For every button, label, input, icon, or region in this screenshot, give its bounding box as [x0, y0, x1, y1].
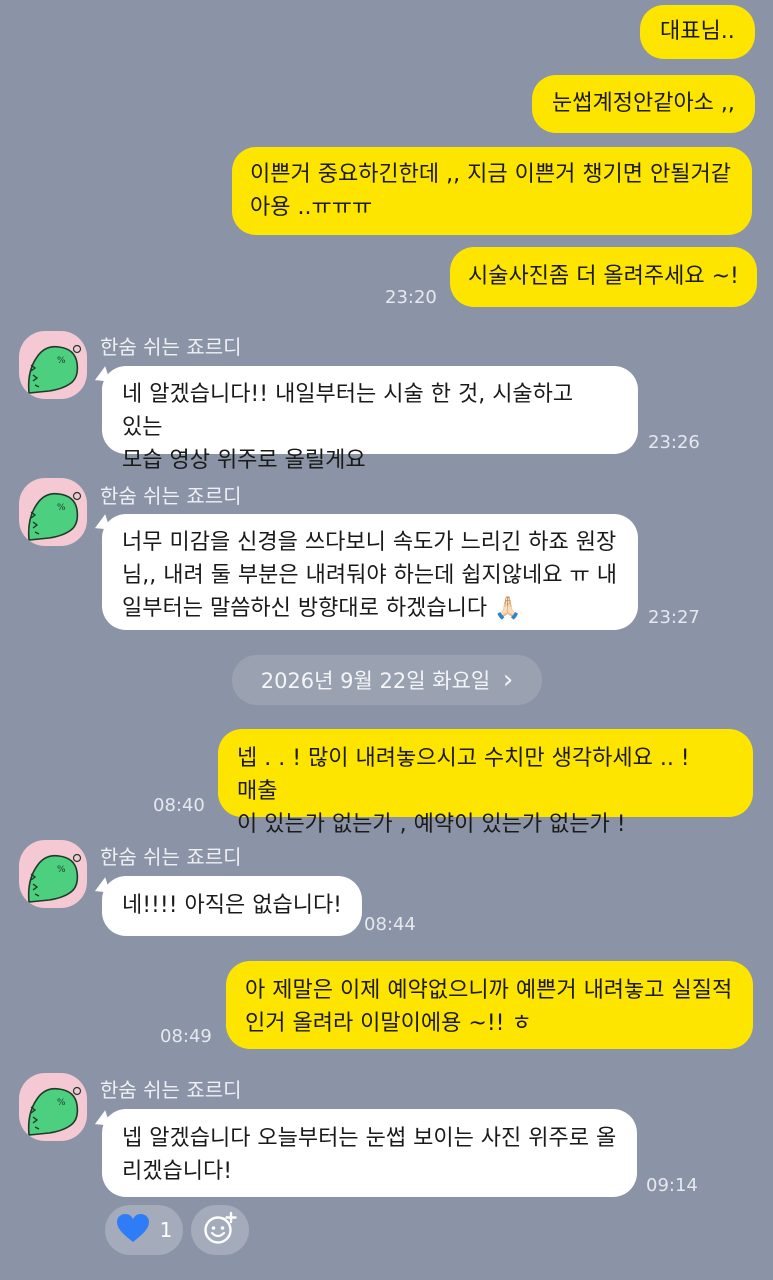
add-reaction-button[interactable]	[191, 1205, 249, 1255]
svg-text:%: %	[57, 356, 66, 366]
sender-avatar[interactable]: %	[19, 478, 87, 546]
add-emoji-icon	[202, 1210, 238, 1250]
my-message-bubble[interactable]: 눈썹계정안같아소 ,,	[532, 75, 755, 133]
date-divider-label: 2026년 9월 22일 화요일	[260, 669, 491, 693]
svg-text:%: %	[57, 503, 66, 513]
message-time: 08:40	[153, 795, 205, 816]
reaction-count: 1	[159, 1218, 173, 1242]
sender-name: 한숨 쉬는 죠르디	[100, 1078, 242, 1102]
chevron-right-icon: ›	[502, 665, 514, 695]
sender-name: 한숨 쉬는 죠르디	[100, 845, 242, 869]
heart-reaction-button[interactable]: 1	[105, 1205, 183, 1255]
other-message-bubble[interactable]: 넵 알겠습니다 오늘부터는 눈썹 보이는 사진 위주로 올 리겠습니다!	[102, 1109, 637, 1197]
other-message-bubble[interactable]: 네 알겠습니다!! 내일부터는 시술 한 것, 시술하고 있는 모습 영상 위주…	[102, 366, 638, 473]
my-message-bubble[interactable]: 넵 . . ! 많이 내려놓으시고 수치만 생각하세요 .. ! 매출 이 있는…	[218, 729, 753, 837]
my-message-bubble[interactable]: 시술사진좀 더 올려주세요 ~!	[450, 247, 757, 307]
my-message-bubble[interactable]: 이쁜거 중요하긴한데 ,, 지금 이쁜거 챙기면 안될거같 아용 ..ㅠㅠㅠ	[232, 147, 752, 235]
other-message-bubble[interactable]: 네!!!! 아직은 없습니다!	[102, 876, 363, 936]
message-time: 23:27	[648, 607, 700, 628]
my-message-bubble[interactable]: 아 제말은 이제 예약없으니까 예쁜거 내려놓고 실질적 인거 올려라 이말이에…	[226, 961, 753, 1049]
sender-name: 한숨 쉬는 죠르디	[100, 335, 242, 359]
svg-text:%: %	[57, 865, 66, 875]
svg-text:%: %	[57, 1098, 66, 1108]
message-time: 23:20	[385, 287, 437, 308]
sender-avatar[interactable]: %	[19, 840, 87, 908]
date-divider[interactable]: 2026년 9월 22일 화요일 ›	[232, 655, 542, 705]
other-message-bubble[interactable]: 너무 미감을 신경을 쓰다보니 속도가 느리긴 하죠 원장 님,, 내려 둘 부…	[102, 514, 638, 630]
message-time: 09:14	[646, 1175, 698, 1196]
sender-avatar[interactable]: %	[19, 331, 87, 399]
heart-icon	[116, 1213, 150, 1248]
sender-name: 한숨 쉬는 죠르디	[100, 484, 242, 508]
sender-avatar[interactable]: %	[19, 1073, 87, 1141]
message-time: 23:26	[648, 432, 700, 453]
message-time: 08:44	[364, 914, 416, 935]
message-time: 08:49	[160, 1026, 212, 1047]
my-message-bubble[interactable]: 대표님..	[640, 5, 755, 59]
